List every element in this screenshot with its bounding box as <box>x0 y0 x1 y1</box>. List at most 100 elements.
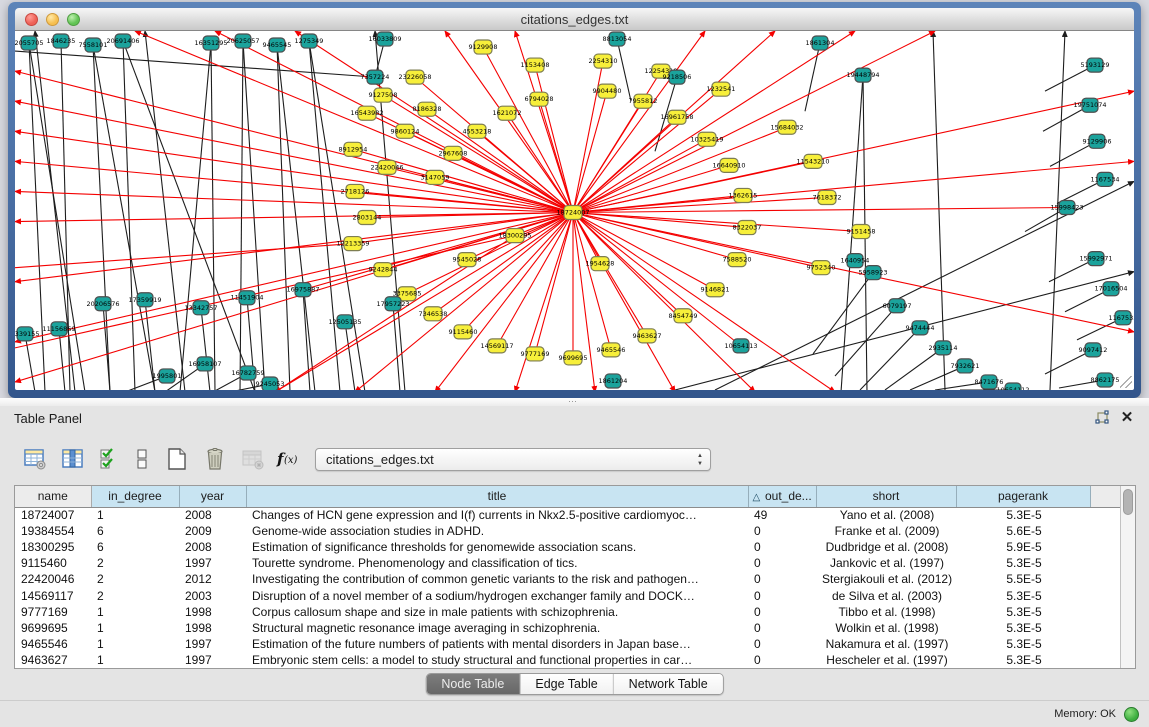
table-cell[interactable]: 5.9E-5 <box>956 539 1090 555</box>
table-cell[interactable]: 9777169 <box>15 604 91 620</box>
table-vertical-scrollbar[interactable] <box>1120 486 1135 668</box>
table-cell[interactable]: 9115460 <box>15 555 91 571</box>
table-cell[interactable]: Estimation of significance thresholds fo… <box>246 539 748 555</box>
table-cell[interactable]: 5.5E-5 <box>956 571 1090 587</box>
close-panel-icon[interactable]: ✕ <box>1119 409 1135 427</box>
table-cell[interactable]: Hescheler et al. (1997) <box>816 652 956 668</box>
tab-edge-table[interactable]: Edge Table <box>520 674 613 694</box>
panel-splitter[interactable] <box>0 398 1149 406</box>
table-cell[interactable]: Franke et al. (2009) <box>816 523 956 539</box>
table-cell[interactable]: 2012 <box>179 571 246 587</box>
table-cell[interactable]: 1 <box>91 652 179 668</box>
scrollbar-thumb[interactable] <box>1123 489 1133 515</box>
table-cell[interactable]: Dudbridge et al. (2008) <box>816 539 956 555</box>
table-cell[interactable]: 0 <box>748 604 816 620</box>
table-cell[interactable]: 0 <box>748 539 816 555</box>
table-cell[interactable]: Structural magnetic resonance image aver… <box>246 620 748 636</box>
table-cell[interactable]: 18724007 <box>15 507 91 523</box>
table-cell[interactable]: Disruption of a novel member of a sodium… <box>246 587 748 603</box>
column-header-pagerank[interactable]: pagerank <box>956 486 1090 507</box>
table-cell[interactable]: 0 <box>748 652 816 668</box>
table-cell[interactable]: 2003 <box>179 587 246 603</box>
table-cell[interactable]: 9699695 <box>15 620 91 636</box>
table-cell[interactable]: 0 <box>748 636 816 652</box>
table-cell[interactable]: 5.3E-5 <box>956 587 1090 603</box>
column-header-year[interactable]: year <box>179 486 246 507</box>
table-cell[interactable]: 14569117 <box>15 587 91 603</box>
table-cell[interactable]: Genome-wide association studies in ADHD. <box>246 523 748 539</box>
table-cell[interactable]: 1 <box>91 507 179 523</box>
network-view-window[interactable]: citations_edges.txt 18724007232260589127… <box>8 2 1141 398</box>
column-checklist-icon[interactable] <box>92 444 125 474</box>
table-cell[interactable]: 9463627 <box>15 652 91 668</box>
table-cell[interactable]: 2 <box>91 555 179 571</box>
table-cell[interactable]: 1997 <box>179 652 246 668</box>
network-canvas[interactable]: 1872400723226058912750816543982818632898… <box>15 31 1134 390</box>
function-builder-icon[interactable]: f (x) <box>272 444 305 474</box>
table-cell[interactable]: 0 <box>748 587 816 603</box>
table-cell[interactable]: de Silva et al. (2003) <box>816 587 956 603</box>
table-cell[interactable]: Corpus callosum shape and size in male p… <box>246 604 748 620</box>
table-cell[interactable]: Tourette syndrome. Phenomenology and cla… <box>246 555 748 571</box>
table-cell[interactable]: Jankovic et al. (1997) <box>816 555 956 571</box>
table-selector-dropdown[interactable]: citations_edges.txt ▲▼ <box>315 448 711 471</box>
table-cell[interactable]: 49 <box>748 507 816 523</box>
show-columns-icon[interactable] <box>54 444 92 474</box>
table-cell[interactable]: Yano et al. (2008) <box>816 507 956 523</box>
table-cell[interactable]: 1997 <box>179 555 246 571</box>
table-cell[interactable]: 2009 <box>179 523 246 539</box>
table-cell[interactable]: 9465546 <box>15 636 91 652</box>
column-header-short[interactable]: short <box>816 486 956 507</box>
table-cell[interactable]: Nakamura et al. (1997) <box>816 636 956 652</box>
table-cell[interactable]: 1998 <box>179 620 246 636</box>
table-row[interactable]: 1872400712008Changes of HCN gene express… <box>15 507 1120 523</box>
tab-node-table[interactable]: Node Table <box>426 674 520 694</box>
table-cell[interactable]: 0 <box>748 620 816 636</box>
table-cell[interactable]: Investigating the contribution of common… <box>246 571 748 587</box>
table-cell[interactable]: 2 <box>91 571 179 587</box>
table-cell[interactable]: 1998 <box>179 604 246 620</box>
table-cell[interactable]: 5.3E-5 <box>956 636 1090 652</box>
table-row[interactable]: 1456911722003Disruption of a novel membe… <box>15 587 1120 603</box>
column-header-name[interactable]: name <box>15 486 91 507</box>
table-cell[interactable]: 0 <box>748 555 816 571</box>
table-cell[interactable]: 5.3E-5 <box>956 620 1090 636</box>
table-cell[interactable]: 0 <box>748 523 816 539</box>
table-cell[interactable]: 5.3E-5 <box>956 555 1090 571</box>
table-row[interactable]: 946554611997Estimation of the future num… <box>15 636 1120 652</box>
table-cell[interactable]: 0 <box>748 571 816 587</box>
row-height-icon[interactable] <box>125 444 158 474</box>
table-cell[interactable]: 5.6E-5 <box>956 523 1090 539</box>
delete-table-icon[interactable] <box>196 444 234 474</box>
table-cell[interactable]: 5.3E-5 <box>956 652 1090 668</box>
table-cell[interactable]: 5.3E-5 <box>956 604 1090 620</box>
table-cell[interactable]: 5.3E-5 <box>956 507 1090 523</box>
create-table-icon[interactable] <box>158 444 196 474</box>
table-row[interactable]: 1830029562008Estimation of significance … <box>15 539 1120 555</box>
table-cell[interactable]: 2008 <box>179 507 246 523</box>
table-cell[interactable]: 1 <box>91 620 179 636</box>
table-cell[interactable]: 1 <box>91 636 179 652</box>
table-cell[interactable]: 6 <box>91 523 179 539</box>
table-cell[interactable]: 1 <box>91 604 179 620</box>
table-row[interactable]: 977716911998Corpus callosum shape and si… <box>15 604 1120 620</box>
table-cell[interactable]: Stergiakouli et al. (2012) <box>816 571 956 587</box>
column-header-in_degree[interactable]: in_degree <box>91 486 179 507</box>
tab-network-table[interactable]: Network Table <box>614 674 723 694</box>
resize-grip[interactable] <box>1120 376 1132 388</box>
float-panel-icon[interactable] <box>1093 410 1111 428</box>
table-row[interactable]: 1938455462009Genome-wide association stu… <box>15 523 1120 539</box>
table-cell[interactable]: Wolkin et al. (1998) <box>816 620 956 636</box>
table-cell[interactable]: Changes of HCN gene expression and I(f) … <box>246 507 748 523</box>
column-header-out_de[interactable]: △ out_de... <box>748 486 816 507</box>
table-cell[interactable]: 19384554 <box>15 523 91 539</box>
memory-ok-indicator-icon[interactable] <box>1124 707 1139 722</box>
table-cell[interactable]: Tibbo et al. (1998) <box>816 604 956 620</box>
table-cell[interactable]: 1997 <box>179 636 246 652</box>
table-cell[interactable]: 2 <box>91 587 179 603</box>
table-cell[interactable]: 6 <box>91 539 179 555</box>
table-cell[interactable]: Embryonic stem cells: a model to study s… <box>246 652 748 668</box>
table-cell[interactable]: 18300295 <box>15 539 91 555</box>
column-header-title[interactable]: title <box>246 486 748 507</box>
table-cell[interactable]: 22420046 <box>15 571 91 587</box>
